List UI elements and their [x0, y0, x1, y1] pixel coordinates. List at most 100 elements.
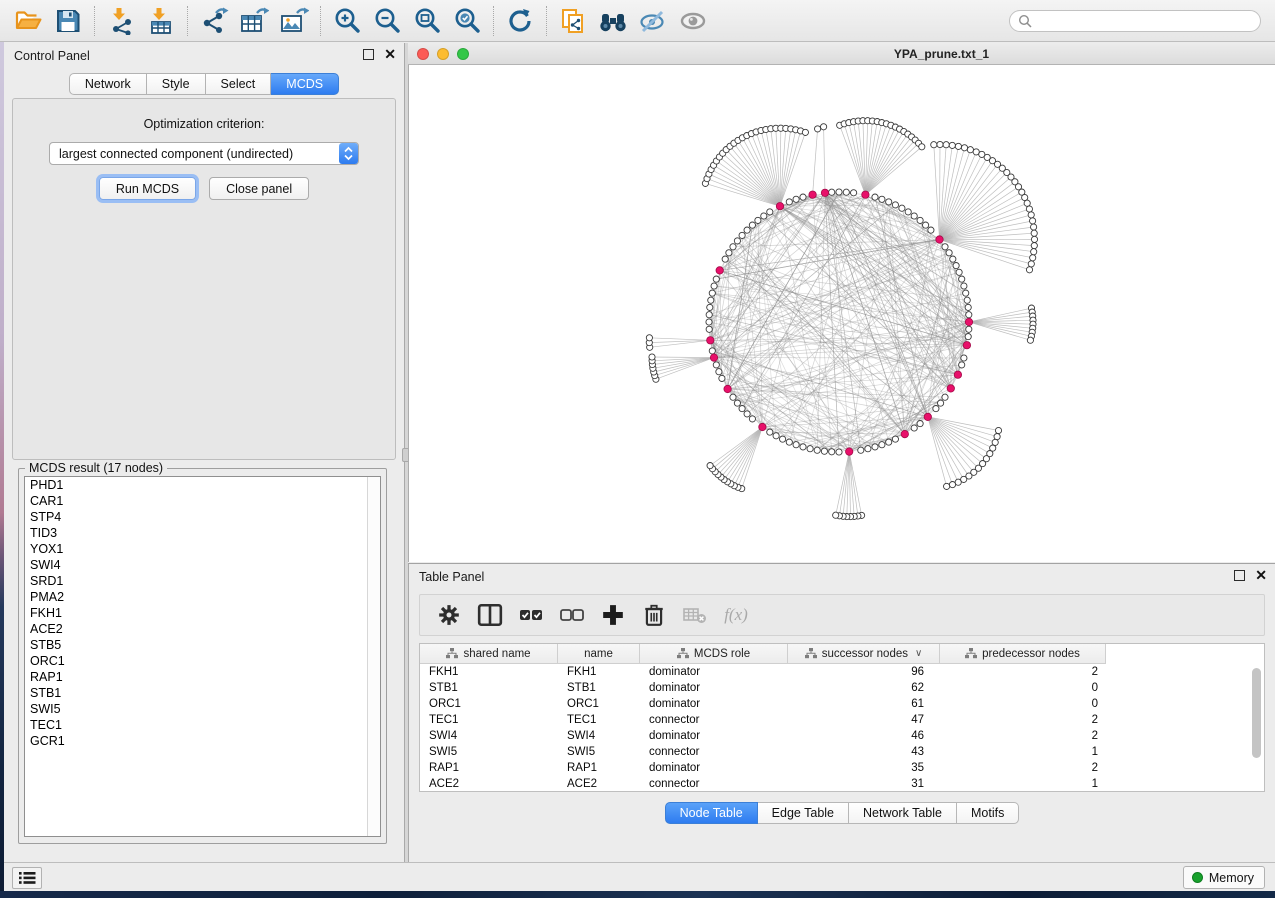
network-window-titlebar[interactable]: YPA_prune.txt_1 — [408, 43, 1275, 65]
ring-node[interactable] — [899, 205, 905, 211]
ring-node[interactable] — [711, 283, 717, 289]
leaf-node[interactable] — [1031, 249, 1037, 255]
ring-node[interactable] — [767, 429, 773, 435]
ring-node[interactable] — [734, 238, 740, 244]
table-row[interactable]: ORC1ORC1dominator610 — [420, 696, 1264, 712]
ring-node[interactable] — [793, 442, 799, 448]
table-cell[interactable]: ACE2 — [558, 778, 640, 790]
delete-columns-icon[interactable] — [637, 599, 671, 631]
ring-node[interactable] — [961, 355, 967, 361]
ring-node[interactable] — [938, 400, 944, 406]
ring-node[interactable] — [773, 433, 779, 439]
leaf-node[interactable] — [821, 124, 827, 130]
deselect-all-rows-icon[interactable] — [555, 599, 589, 631]
ring-node[interactable] — [716, 369, 722, 375]
show-graphics-details-icon[interactable] — [675, 4, 711, 38]
dominator-node[interactable] — [901, 430, 908, 437]
table-cell[interactable]: TEC1 — [558, 714, 640, 726]
mcds-result-item[interactable]: STP4 — [25, 509, 380, 525]
ring-node[interactable] — [800, 194, 806, 200]
ring-node[interactable] — [851, 190, 857, 196]
tab-select[interactable]: Select — [206, 73, 272, 95]
leaf-node[interactable] — [937, 141, 943, 147]
table-cell[interactable]: FKH1 — [558, 666, 640, 678]
mcds-result-item[interactable]: ORC1 — [25, 653, 380, 669]
table-cell[interactable]: 2 — [940, 714, 1106, 726]
zoom-window-icon[interactable] — [457, 48, 469, 60]
close-panel-button[interactable]: Close panel — [209, 177, 309, 200]
table-cell[interactable]: 61 — [788, 698, 940, 710]
ring-node[interactable] — [879, 442, 885, 448]
ring-node[interactable] — [780, 436, 786, 442]
ring-node[interactable] — [829, 449, 835, 455]
ring-node[interactable] — [965, 334, 971, 340]
ring-node[interactable] — [707, 304, 713, 310]
float-table-panel-icon[interactable] — [1234, 570, 1245, 581]
table-cell[interactable]: 43 — [788, 746, 940, 758]
dominator-node[interactable] — [710, 354, 717, 361]
table-cell[interactable]: ORC1 — [420, 698, 558, 710]
mcds-result-item[interactable]: YOX1 — [25, 541, 380, 557]
table-cell[interactable]: 0 — [940, 682, 1106, 694]
leaf-node[interactable] — [802, 129, 808, 135]
column-header-shared-name[interactable]: shared name — [420, 644, 558, 664]
leaf-node[interactable] — [994, 434, 1000, 440]
table-row[interactable]: ACE2ACE2connector311 — [420, 776, 1264, 792]
ring-node[interactable] — [836, 449, 842, 455]
ring-node[interactable] — [807, 446, 813, 452]
mcds-result-item[interactable]: SWI5 — [25, 701, 380, 717]
mcds-result-item[interactable]: GCR1 — [25, 733, 380, 749]
mcds-result-item[interactable]: CAR1 — [25, 493, 380, 509]
ring-node[interactable] — [749, 222, 755, 228]
table-settings-icon[interactable] — [432, 599, 466, 631]
table-cell[interactable]: 31 — [788, 778, 940, 790]
leaf-node[interactable] — [1031, 243, 1037, 249]
leaf-node[interactable] — [1027, 337, 1033, 343]
leaf-node[interactable] — [1031, 236, 1037, 242]
table-cell[interactable]: 47 — [788, 714, 940, 726]
mcds-result-item[interactable]: PMA2 — [25, 589, 380, 605]
run-mcds-button[interactable]: Run MCDS — [99, 177, 196, 200]
close-panel-icon[interactable]: ✕ — [384, 49, 396, 60]
ring-node[interactable] — [761, 213, 767, 219]
column-header-successor-nodes[interactable]: successor nodes∨ — [788, 644, 940, 664]
ring-node[interactable] — [911, 425, 917, 431]
dominator-node[interactable] — [947, 385, 954, 392]
function-builder-icon[interactable]: f(x) — [719, 599, 753, 631]
ring-node[interactable] — [786, 439, 792, 445]
memory-button[interactable]: Memory — [1183, 866, 1265, 889]
dominator-node[interactable] — [724, 385, 731, 392]
ring-node[interactable] — [953, 263, 959, 269]
leaf-node[interactable] — [1028, 212, 1034, 218]
delete-table-icon[interactable] — [678, 599, 712, 631]
leaf-node[interactable] — [931, 142, 937, 148]
table-row[interactable]: FKH1FKH1dominator962 — [420, 664, 1264, 680]
table-cell[interactable]: dominator — [640, 762, 788, 774]
table-cell[interactable]: connector — [640, 746, 788, 758]
ring-node[interactable] — [786, 199, 792, 205]
minimize-window-icon[interactable] — [437, 48, 449, 60]
ring-node[interactable] — [730, 244, 736, 250]
open-file-icon[interactable] — [10, 4, 46, 38]
leaf-node[interactable] — [949, 142, 955, 148]
leaf-node[interactable] — [646, 335, 652, 341]
tab-network[interactable]: Network — [69, 73, 147, 95]
save-session-icon[interactable] — [50, 4, 86, 38]
ring-node[interactable] — [965, 304, 971, 310]
table-cell[interactable]: SWI5 — [420, 746, 558, 758]
ring-node[interactable] — [730, 394, 736, 400]
ring-node[interactable] — [726, 250, 732, 256]
table-cell[interactable]: 62 — [788, 682, 940, 694]
table-cell[interactable]: ACE2 — [420, 778, 558, 790]
dominator-node[interactable] — [707, 337, 714, 344]
ring-node[interactable] — [928, 227, 934, 233]
ring-node[interactable] — [879, 196, 885, 202]
column-header-predecessor-nodes[interactable]: predecessor nodes — [940, 644, 1106, 664]
table-cell[interactable]: connector — [640, 778, 788, 790]
ring-node[interactable] — [942, 394, 948, 400]
ring-node[interactable] — [933, 406, 939, 412]
add-column-icon[interactable] — [596, 599, 630, 631]
ring-node[interactable] — [744, 227, 750, 233]
ring-node[interactable] — [942, 244, 948, 250]
duplicate-network-icon[interactable] — [555, 4, 591, 38]
